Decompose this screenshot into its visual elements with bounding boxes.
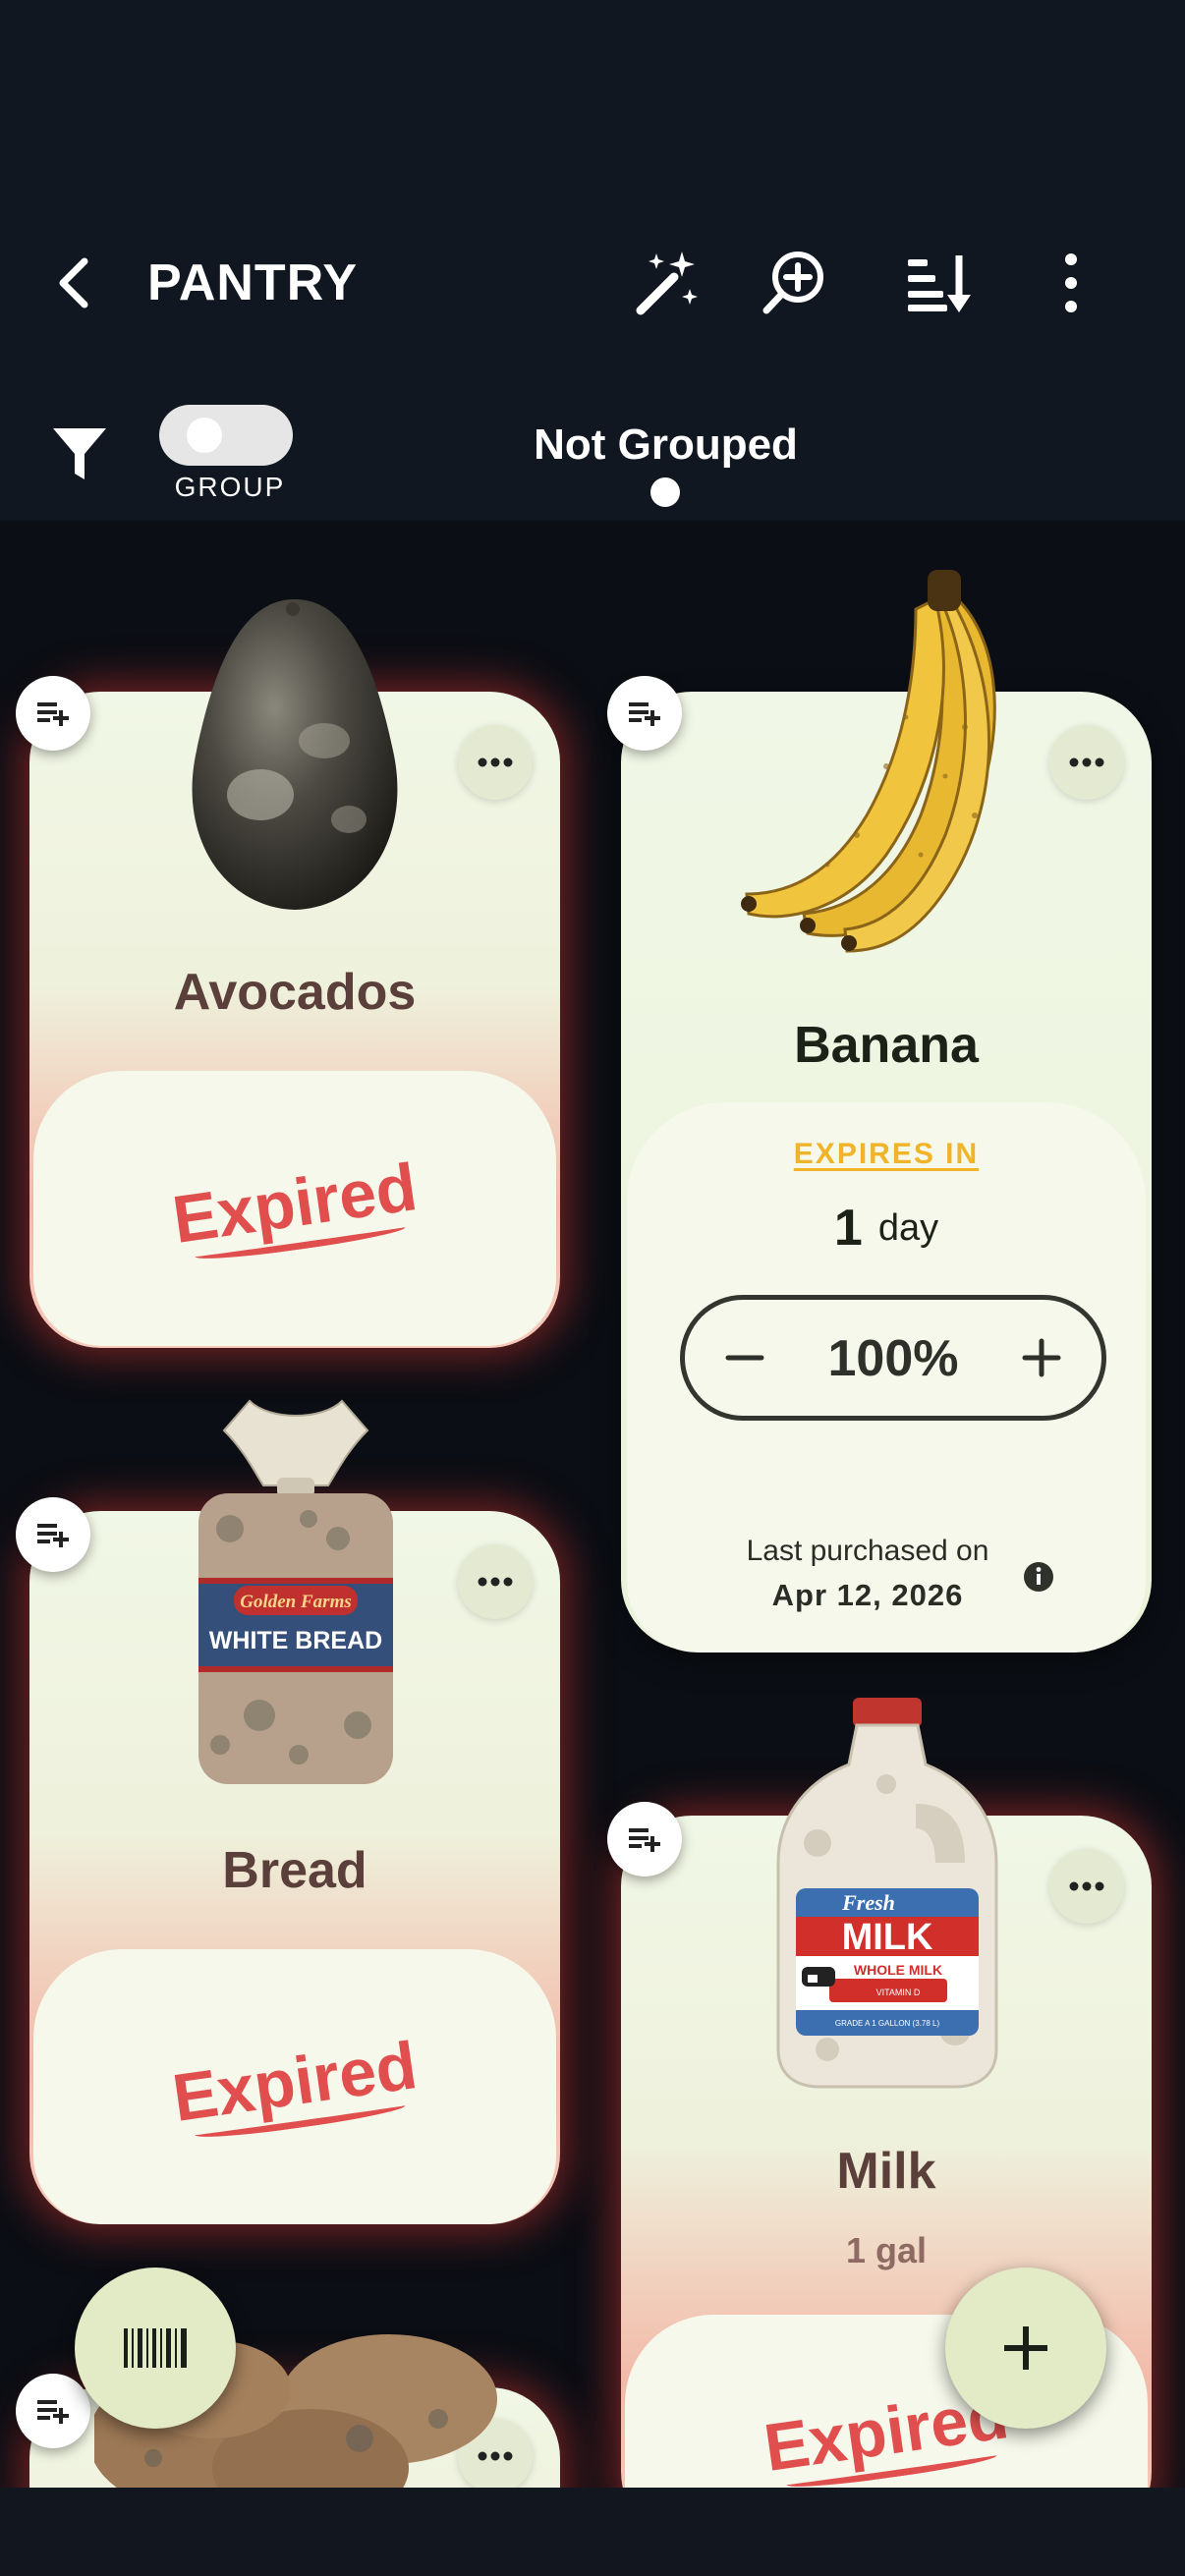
group-toggle[interactable] <box>159 405 293 466</box>
milk-jug-image: Fresh MILK WHOLE MILK VITAMIN D GRADE A … <box>776 1698 998 2089</box>
more-horiz-icon <box>1069 1881 1104 1891</box>
quantity-stepper: 100% <box>680 1295 1106 1421</box>
minus-icon[interactable] <box>710 1323 779 1392</box>
add-to-list-button[interactable] <box>16 2374 90 2448</box>
system-navigation-bar <box>0 2488 1185 2576</box>
playlist-add-icon <box>629 1828 660 1852</box>
add-to-list-button[interactable] <box>16 1497 90 1572</box>
expires-value: 1 day <box>627 1199 1146 1258</box>
product-quantity: 1 gal <box>845 2230 928 2270</box>
more-horiz-icon <box>478 757 513 767</box>
app-bar: PANTRY GROUP Not Grouped <box>0 0 1185 521</box>
more-options-button[interactable] <box>458 725 533 800</box>
milk-type-text: WHOLE MILK <box>854 1962 942 1978</box>
product-name: Banana <box>794 1017 979 1074</box>
scan-barcode-button[interactable] <box>75 2268 236 2429</box>
add-to-list-button[interactable] <box>607 676 682 751</box>
sort-icon[interactable] <box>902 246 977 320</box>
info-icon[interactable] <box>1022 1560 1055 1594</box>
barcode-icon <box>124 2328 187 2368</box>
page-indicator-dot <box>650 477 680 507</box>
grouping-mode-label[interactable]: Not Grouped <box>432 420 899 470</box>
plus-icon <box>1004 2326 1047 2370</box>
banana-detail-panel: EXPIRES IN 1 day 100% Last purchased on A… <box>627 1102 1146 1652</box>
expires-days-number: 1 <box>833 1200 863 1257</box>
toggle-knob <box>187 418 222 453</box>
expires-days-unit: day <box>877 1206 939 1249</box>
playlist-add-icon <box>37 702 69 726</box>
expired-label: Expired <box>30 2007 559 2156</box>
avocado-image <box>192 599 398 910</box>
back-arrow-icon[interactable] <box>51 253 98 312</box>
filter-icon[interactable] <box>49 422 110 483</box>
more-horiz-icon <box>478 1577 513 1587</box>
more-options-button[interactable] <box>458 1544 533 1619</box>
playlist-add-icon <box>37 2400 69 2424</box>
magic-wand-icon[interactable] <box>631 246 705 320</box>
banana-image <box>741 570 996 953</box>
bread-image: Golden Farms WHITE BREAD <box>198 1399 393 1784</box>
plus-icon[interactable] <box>1007 1323 1076 1392</box>
playlist-add-icon <box>37 1524 69 1547</box>
product-name: Bread <box>222 1842 367 1899</box>
status-panel: Expired <box>33 1071 556 1346</box>
expired-label: Expired <box>30 1129 559 1277</box>
product-name: Milk <box>836 2143 936 2200</box>
milk-fresh-text: Fresh <box>841 1890 895 1915</box>
more-options-button[interactable] <box>1049 1849 1124 1924</box>
more-horiz-icon <box>1069 757 1104 767</box>
add-to-list-button[interactable] <box>16 676 90 751</box>
add-item-button[interactable] <box>945 2268 1106 2429</box>
bread-brand-text: Golden Farms <box>240 1592 352 1612</box>
status-panel: Expired <box>33 1949 556 2224</box>
product-name: Avocados <box>173 964 417 1021</box>
playlist-add-icon <box>629 702 660 726</box>
page-title: PANTRY <box>147 254 358 311</box>
expires-in-label: EXPIRES IN <box>793 1138 980 1170</box>
bread-type-text: WHITE BREAD <box>209 1627 382 1654</box>
group-label: GROUP <box>174 472 286 502</box>
quantity-percent: 100% <box>827 1330 959 1387</box>
more-vert-icon[interactable] <box>1034 246 1108 320</box>
add-to-list-button[interactable] <box>607 1802 682 1876</box>
milk-grade-text: GRADE A 1 GALLON (3.78 L) <box>835 2019 940 2028</box>
milk-vitamin-text: VITAMIN D <box>876 1988 921 1997</box>
milk-brand-text: MILK <box>842 1917 933 1958</box>
zoom-in-icon[interactable] <box>759 246 833 320</box>
